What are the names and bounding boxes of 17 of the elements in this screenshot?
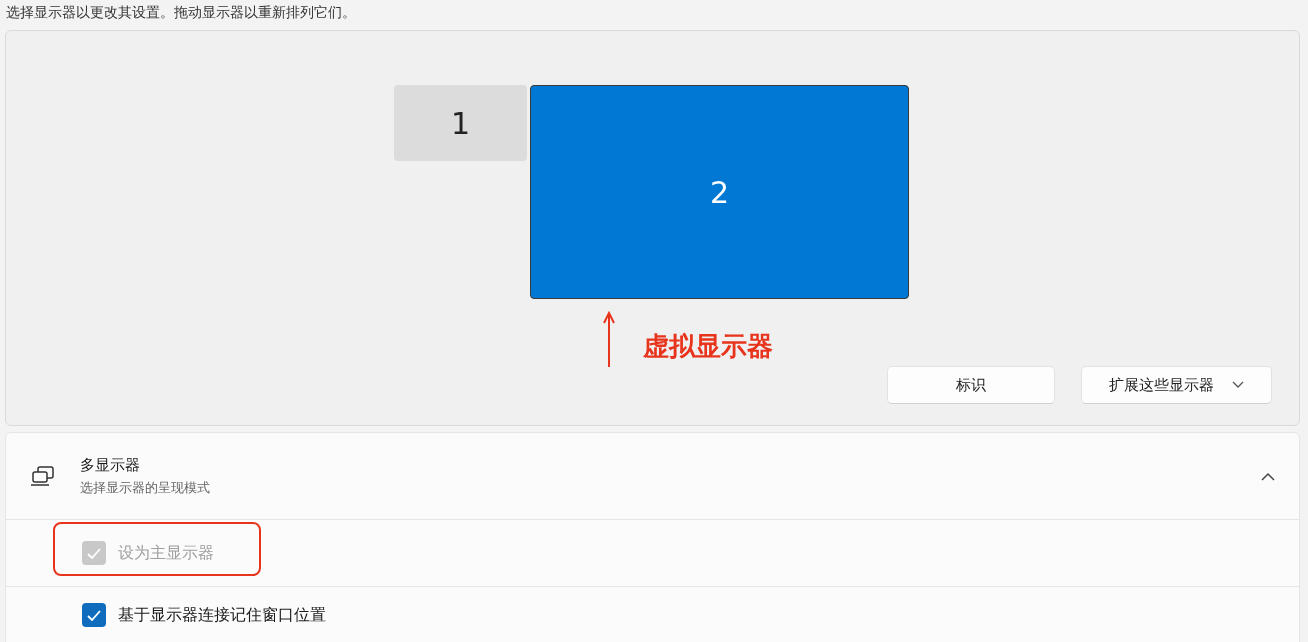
monitor-tile[interactable]: 2 [530, 85, 909, 299]
instruction-text: 选择显示器以更改其设置。拖动显示器以重新排列它们。 [5, 3, 357, 22]
checkmark-icon [87, 609, 101, 621]
annotation-label: 虚拟显示器 [643, 330, 773, 363]
checkmark-icon [87, 547, 101, 559]
section-title: 多显示器 [80, 455, 141, 475]
monitor-tile[interactable]: 1 [394, 85, 527, 161]
chevron-down-icon [1232, 381, 1244, 389]
checkbox[interactable] [82, 603, 106, 627]
annotation-arrow [602, 311, 616, 367]
monitors-icon [30, 465, 56, 487]
checkbox-label: 基于显示器连接记住窗口位置 [118, 604, 326, 626]
identify-button[interactable]: 标识 [887, 366, 1055, 404]
section-subtitle: 选择显示器的呈现模式 [80, 478, 211, 497]
mode-dropdown[interactable]: 扩展这些显示器 [1081, 366, 1272, 404]
chevron-up-icon[interactable] [1261, 471, 1275, 481]
checkbox-label: 设为主显示器 [118, 542, 214, 564]
